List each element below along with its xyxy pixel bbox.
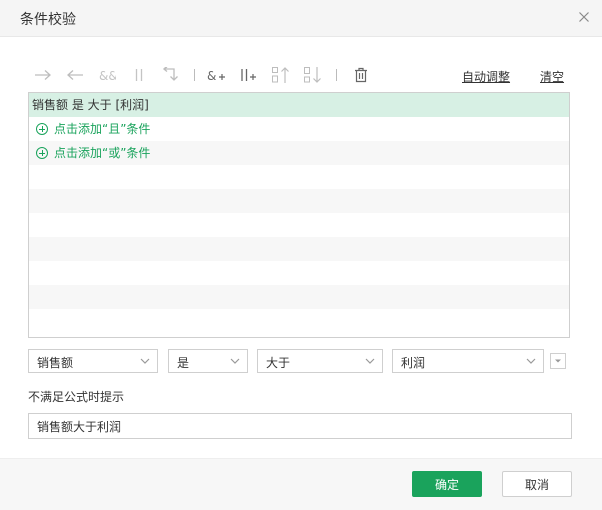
caret-down-icon: [555, 359, 561, 363]
field-select[interactable]: 销售额: [28, 349, 158, 373]
auto-adjust-link[interactable]: 自动调整: [462, 68, 510, 85]
move-down-icon[interactable]: [302, 64, 324, 86]
relation-select[interactable]: 是: [168, 349, 248, 373]
chevron-down-icon: [525, 355, 537, 367]
toolbar-divider: [336, 69, 337, 81]
add-and-icon[interactable]: &: [206, 64, 228, 86]
relation-select-value: 是: [177, 356, 190, 370]
empty-row: [29, 309, 569, 333]
add-or-condition-link[interactable]: 点击添加“或”条件: [32, 141, 150, 165]
svg-text:&&: &&: [99, 69, 116, 82]
delete-icon[interactable]: [350, 64, 372, 86]
empty-row: [29, 165, 569, 189]
move-up-icon[interactable]: [270, 64, 292, 86]
target-select-value: 利润: [401, 356, 426, 370]
chevron-down-icon: [139, 355, 151, 367]
add-or-condition-row[interactable]: 点击添加“或”条件: [29, 141, 569, 165]
and-icon[interactable]: &&: [96, 64, 118, 86]
empty-row: [29, 213, 569, 237]
target-type-dropdown-button[interactable]: [550, 353, 566, 369]
add-and-condition-label: 点击添加“且”条件: [54, 122, 151, 136]
tip-label: 不满足公式时提示: [28, 390, 125, 404]
add-or-icon[interactable]: [238, 64, 260, 86]
empty-row: [29, 285, 569, 309]
clear-link[interactable]: 清空: [540, 68, 564, 85]
empty-row: [29, 189, 569, 213]
chevron-down-icon: [229, 355, 241, 367]
condition-text: 销售额 是 大于 [利润]: [32, 98, 149, 112]
cancel-button[interactable]: 取消: [502, 471, 572, 497]
chevron-down-icon: [364, 355, 376, 367]
condition-toolbar: && & 自动调整 清空: [30, 62, 570, 88]
return-icon[interactable]: [160, 64, 182, 86]
add-and-condition-row[interactable]: 点击添加“且”条件: [29, 117, 569, 141]
tip-input[interactable]: [28, 413, 572, 439]
operator-select-value: 大于: [266, 356, 291, 370]
arrow-left-icon[interactable]: [64, 64, 86, 86]
close-icon[interactable]: [576, 9, 592, 25]
empty-row: [29, 237, 569, 261]
operator-select[interactable]: 大于: [257, 349, 383, 373]
add-circle-icon: [36, 123, 48, 135]
condition-check-dialog: 条件校验 && & 自动调整 清空 销售额 是 大于 [利润] 点击添加“且”条…: [0, 0, 602, 510]
toolbar-divider: [194, 69, 195, 81]
arrow-right-icon[interactable]: [32, 64, 54, 86]
dialog-title-bar: 条件校验: [0, 0, 602, 37]
target-select[interactable]: 利润: [392, 349, 544, 373]
empty-row: [29, 261, 569, 285]
dialog-title: 条件校验: [20, 12, 76, 28]
field-select-value: 销售额: [37, 356, 74, 370]
svg-text:&: &: [207, 69, 216, 82]
add-or-condition-label: 点击添加“或”条件: [54, 146, 151, 160]
condition-row[interactable]: 销售额 是 大于 [利润]: [29, 93, 569, 117]
ok-button[interactable]: 确定: [412, 471, 482, 497]
condition-list: 销售额 是 大于 [利润] 点击添加“且”条件 点击添加“或”条件: [28, 92, 570, 338]
add-circle-icon: [36, 147, 48, 159]
add-and-condition-link[interactable]: 点击添加“且”条件: [32, 117, 150, 141]
or-icon[interactable]: [128, 64, 150, 86]
